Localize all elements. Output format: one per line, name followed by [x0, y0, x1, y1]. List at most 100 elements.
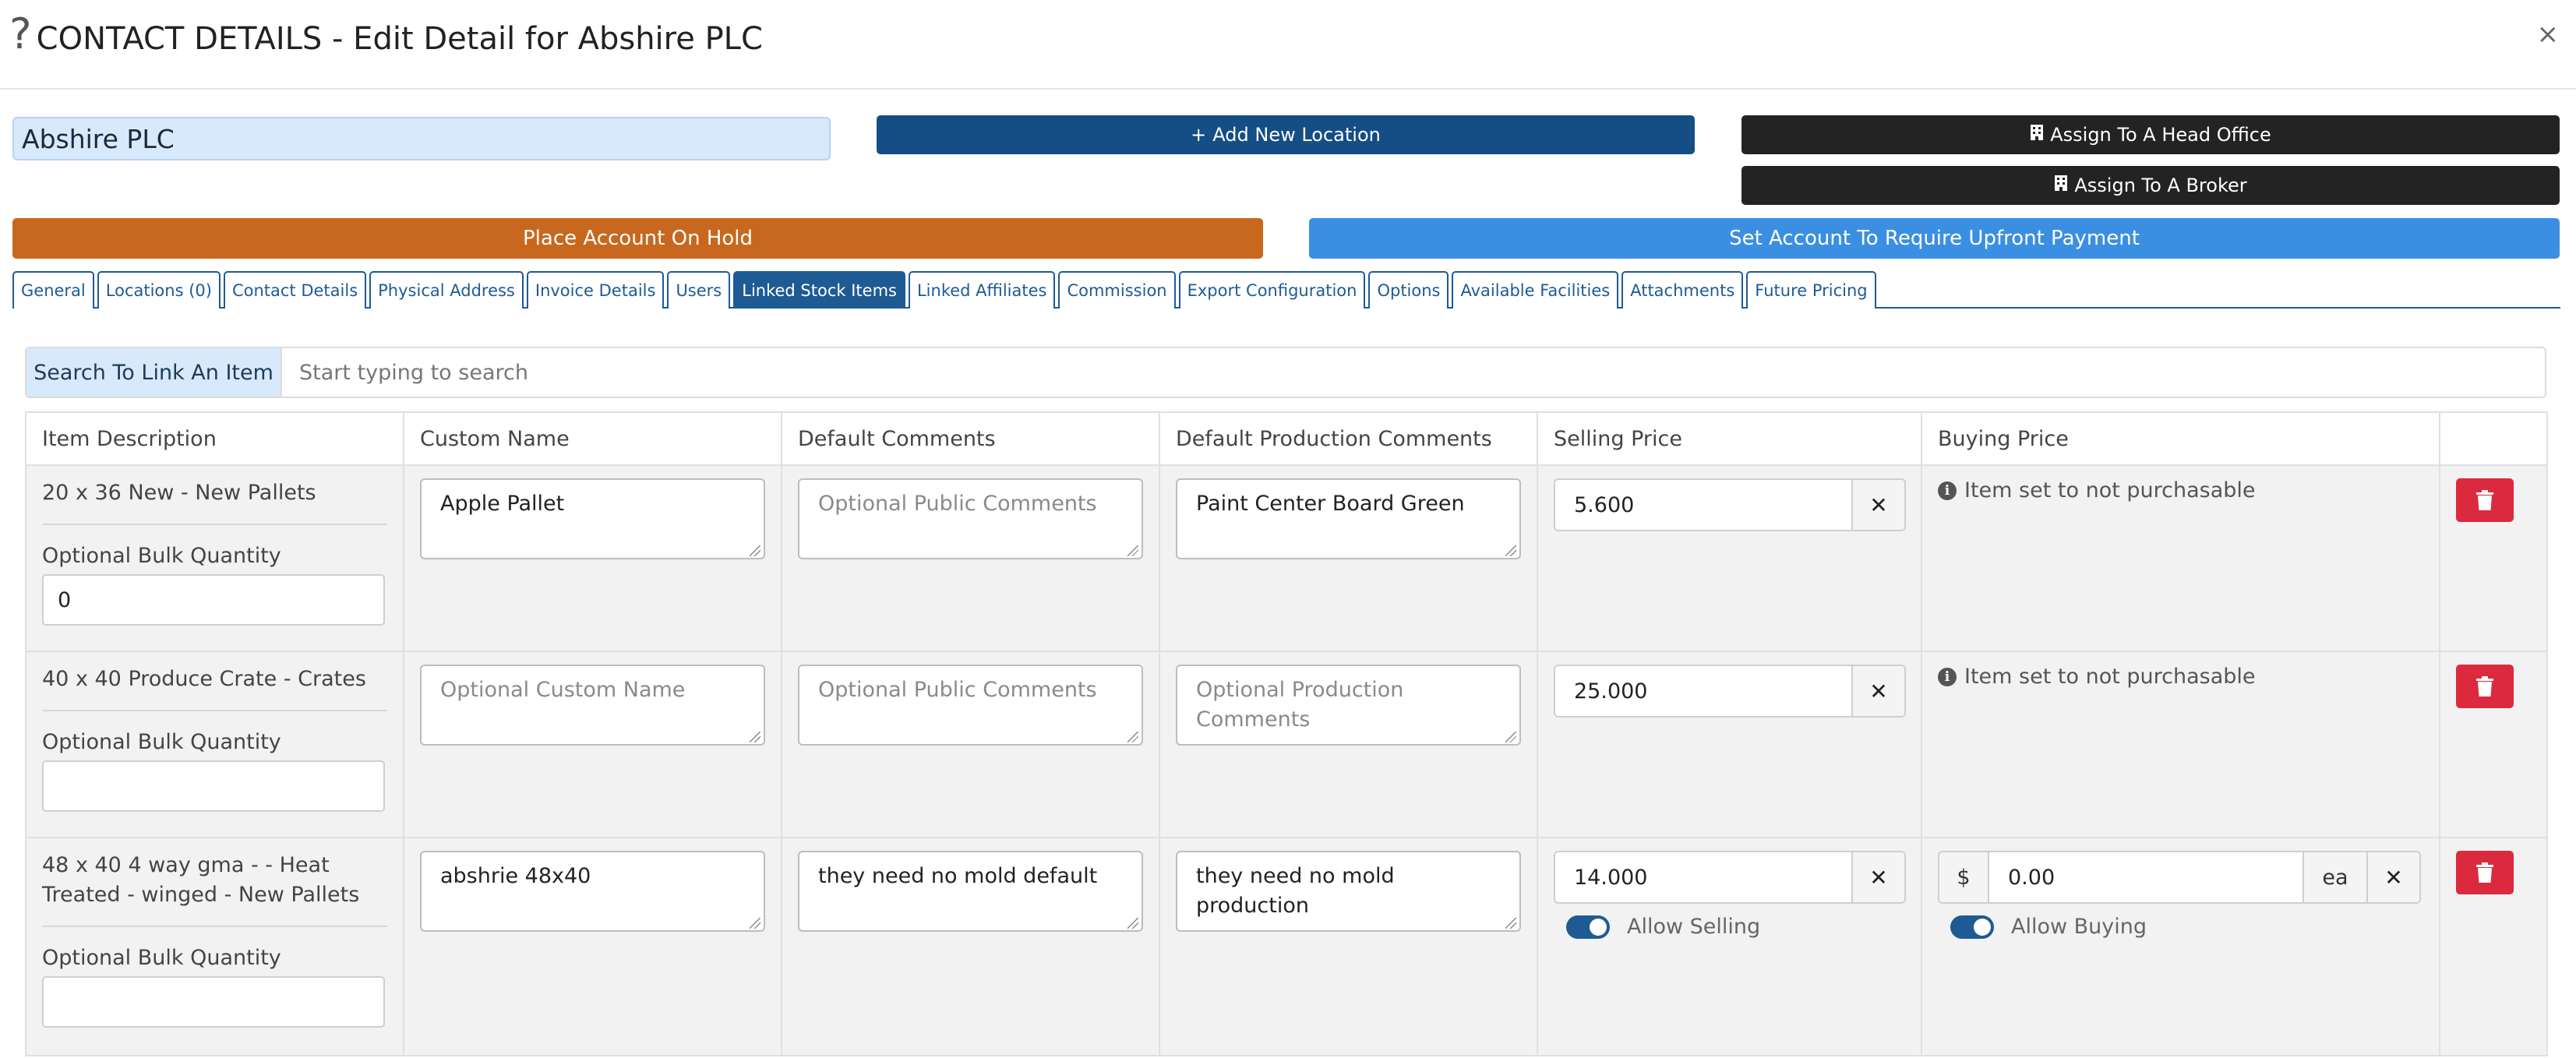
clear-price-icon[interactable]: ✕ [1851, 480, 1904, 530]
selling-price-group: 5.600 ✕ [1554, 478, 1906, 531]
allow-buying-toggle[interactable] [1950, 915, 1994, 939]
custom-name-textarea[interactable]: Apple Pallet [420, 478, 765, 559]
add-new-location-label: Add New Location [1212, 124, 1381, 146]
modal-header: ? CONTACT DETAILS - Edit Detail for Absh… [0, 0, 2576, 90]
table-header-row: Item Description Custom Name Default Com… [25, 411, 2548, 466]
default-comments-cell: they need no mold default [781, 837, 1160, 1056]
resize-grip-icon[interactable] [750, 918, 760, 929]
default-comments-textarea[interactable]: Optional Public Comments [798, 665, 1143, 746]
tab-general[interactable]: General [12, 271, 94, 309]
add-new-location-button[interactable]: + Add New Location [877, 115, 1695, 154]
resize-grip-icon[interactable] [1505, 545, 1516, 556]
tab-attachments[interactable]: Attachments [1621, 271, 1744, 309]
search-input[interactable] [282, 348, 2545, 397]
selling-price-input[interactable]: 14.000 [1555, 852, 1851, 902]
column-header: Default Production Comments [1159, 411, 1538, 466]
custom-name-textarea[interactable]: Optional Custom Name [420, 665, 765, 746]
resize-grip-icon[interactable] [750, 545, 760, 556]
unit-suffix: ea [2303, 852, 2366, 902]
custom-name-textarea[interactable]: abshrie 48x40 [420, 851, 765, 932]
tab-physical-address[interactable]: Physical Address [369, 271, 524, 309]
custom-name-cell: abshrie 48x40 [403, 837, 782, 1056]
building-icon [2054, 175, 2068, 196]
production-comments-textarea[interactable]: Optional Production Comments [1176, 665, 1521, 746]
default-comments-placeholder: Optional Public Comments [818, 678, 1097, 702]
resize-grip-icon[interactable] [1127, 545, 1138, 556]
clear-price-icon[interactable]: ✕ [1851, 852, 1904, 902]
resize-grip-icon[interactable] [1127, 732, 1138, 742]
production-comments-textarea[interactable]: Paint Center Board Green [1176, 478, 1521, 559]
assign-broker-label: Assign To A Broker [2074, 175, 2247, 196]
selling-price-cell: 25.000 ✕ [1537, 651, 1922, 838]
bulk-quantity-input[interactable] [42, 976, 385, 1028]
allow-buying-row: Allow Buying [1950, 915, 2423, 939]
buying-price-cell: i Item set to not purchasable [1921, 464, 2440, 652]
default-comments-textarea[interactable]: Optional Public Comments [798, 478, 1143, 559]
tab-future-pricing[interactable]: Future Pricing [1746, 271, 1876, 309]
selling-price-input[interactable]: 25.000 [1555, 666, 1851, 716]
item-description-cell: 20 x 36 New - New Pallets Optional Bulk … [25, 464, 404, 652]
item-description: 40 x 40 Produce Crate - Crates [42, 665, 387, 711]
column-header: Buying Price [1921, 411, 2440, 466]
tab-available-facilities[interactable]: Available Facilities [1452, 271, 1619, 309]
page-title: CONTACT DETAILS - Edit Detail for Abshir… [36, 20, 763, 57]
tab-linked-affiliates[interactable]: Linked Affiliates [908, 271, 1056, 309]
tab-locations[interactable]: Locations (0) [97, 271, 221, 309]
custom-name-placeholder: Optional Custom Name [440, 678, 686, 702]
bulk-quantity-label: Optional Bulk Quantity [42, 730, 281, 754]
tab-invoice-details[interactable]: Invoice Details [526, 271, 665, 309]
help-icon[interactable]: ? [9, 9, 32, 58]
place-on-hold-button[interactable]: Place Account On Hold [12, 218, 1263, 259]
plus-icon: + [1191, 124, 1207, 146]
clear-price-icon[interactable]: ✕ [1851, 666, 1904, 716]
actions-cell [2439, 464, 2548, 652]
production-comments-cell: they need no mold production [1159, 837, 1538, 1056]
bulk-quantity-label: Optional Bulk Quantity [42, 544, 281, 568]
tab-contact-details[interactable]: Contact Details [223, 271, 367, 309]
production-comments-value: they need no mold production [1196, 864, 1395, 918]
default-comments-cell: Optional Public Comments [781, 464, 1160, 652]
column-header: Default Comments [781, 411, 1160, 466]
not-purchasable-text: Item set to not purchasable [1964, 665, 2256, 689]
production-comments-value: Paint Center Board Green [1196, 492, 1465, 516]
trash-icon [2476, 676, 2493, 697]
buying-price-input[interactable]: 0.00 [1989, 852, 2303, 902]
selling-price-group: 14.000 ✕ [1554, 851, 1906, 904]
selling-price-cell: 5.600 ✕ [1537, 464, 1922, 652]
item-description: 20 x 36 New - New Pallets [42, 478, 387, 525]
allow-selling-toggle[interactable] [1566, 915, 1610, 939]
column-header: Custom Name [403, 411, 782, 466]
production-comments-textarea[interactable]: they need no mold production [1176, 851, 1521, 932]
resize-grip-icon[interactable] [1127, 918, 1138, 929]
selling-price-input[interactable]: 5.600 [1555, 480, 1851, 530]
tab-bar: General Locations (0) Contact Details Ph… [12, 271, 2560, 309]
delete-button[interactable] [2456, 851, 2514, 894]
production-comments-cell: Paint Center Board Green [1159, 464, 1538, 652]
actions-cell [2439, 837, 2548, 1056]
tab-options[interactable]: Options [1368, 271, 1449, 309]
clear-price-icon[interactable]: ✕ [2366, 852, 2419, 902]
resize-grip-icon[interactable] [750, 732, 760, 742]
item-description-cell: 48 x 40 4 way gma - - Heat Treated - win… [25, 837, 404, 1056]
bulk-quantity-input[interactable] [42, 760, 385, 812]
currency-prefix: $ [1939, 852, 1989, 902]
column-header: Item Description [25, 411, 404, 466]
tab-users[interactable]: Users [667, 271, 731, 309]
buying-price-group: $ 0.00 ea ✕ [1938, 851, 2421, 904]
resize-grip-icon[interactable] [1505, 918, 1516, 929]
delete-button[interactable] [2456, 478, 2514, 522]
require-upfront-payment-button[interactable]: Set Account To Require Upfront Payment [1309, 218, 2560, 259]
close-icon[interactable]: × [2537, 19, 2560, 50]
delete-button[interactable] [2456, 665, 2514, 708]
custom-name-cell: Optional Custom Name [403, 651, 782, 838]
custom-name-value: Apple Pallet [440, 492, 565, 516]
account-name-field[interactable]: Abshire PLC [12, 117, 831, 160]
bulk-quantity-input[interactable]: 0 [42, 574, 385, 626]
tab-export-configuration[interactable]: Export Configuration [1178, 271, 1366, 309]
assign-head-office-button[interactable]: Assign To A Head Office [1741, 115, 2560, 154]
tab-commission[interactable]: Commission [1058, 271, 1176, 309]
tab-linked-stock-items[interactable]: Linked Stock Items [733, 271, 905, 309]
assign-broker-button[interactable]: Assign To A Broker [1741, 166, 2560, 205]
default-comments-textarea[interactable]: they need no mold default [798, 851, 1143, 932]
resize-grip-icon[interactable] [1505, 732, 1516, 742]
